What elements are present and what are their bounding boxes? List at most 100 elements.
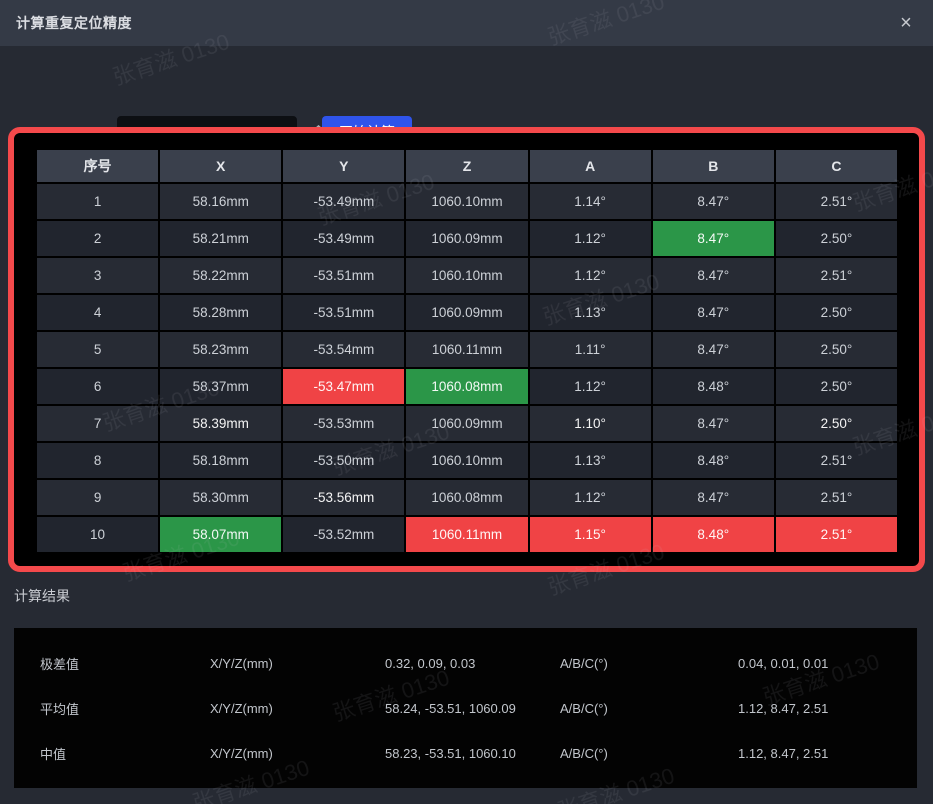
table-row: 958.30mm-53.56mm1060.08mm1.12°8.47°2.51°: [37, 480, 897, 515]
value-cell: -53.56mm: [283, 480, 404, 515]
result-row-median: 中值 X/Y/Z(mm) 58.23, -53.51, 1060.10 A/B/…: [14, 731, 917, 776]
value-cell: -53.53mm: [283, 406, 404, 441]
value-cell: 8.47°: [653, 406, 774, 441]
row-index-cell: 4: [37, 295, 158, 330]
value-cell: 8.47°: [653, 258, 774, 293]
row-index-cell: 8: [37, 443, 158, 478]
result-row-range: 极差值 X/Y/Z(mm) 0.32, 0.09, 0.03 A/B/C(°) …: [14, 641, 917, 686]
value-cell: 1060.10mm: [406, 258, 527, 293]
repeat-accuracy-dialog: 计算重复定位精度 × 重复计算次数 开始计算 输入数据： 相机数据 序号: [0, 0, 933, 804]
result-xyz-values: 0.32, 0.09, 0.03: [385, 656, 560, 671]
title-bar: 计算重复定位精度 ×: [0, 0, 933, 46]
value-cell: 2.50°: [776, 295, 897, 330]
value-cell: 1060.11mm: [406, 517, 527, 552]
result-label: 极差值: [40, 654, 210, 673]
result-xyz-label: X/Y/Z(mm): [210, 746, 385, 761]
result-abc-label: A/B/C(°): [560, 746, 738, 761]
value-cell: 8.48°: [653, 369, 774, 404]
value-cell: 8.47°: [653, 332, 774, 367]
controls-row: 重复计算次数 开始计算 输入数据： 相机数据: [0, 46, 933, 118]
column-header-x: X: [160, 150, 281, 182]
value-cell: -53.51mm: [283, 295, 404, 330]
value-cell: 1060.08mm: [406, 369, 527, 404]
column-header-b: B: [653, 150, 774, 182]
result-xyz-label: X/Y/Z(mm): [210, 656, 385, 671]
value-cell: 1.14°: [530, 184, 651, 219]
dialog-title: 计算重复定位精度: [16, 13, 132, 33]
value-cell: 1.13°: [530, 295, 651, 330]
table-body: 158.16mm-53.49mm1060.10mm1.14°8.47°2.51°…: [37, 184, 897, 552]
value-cell: 1060.11mm: [406, 332, 527, 367]
result-abc-label: A/B/C(°): [560, 701, 738, 716]
row-index-cell: 6: [37, 369, 158, 404]
value-cell: 58.37mm: [160, 369, 281, 404]
value-cell: 58.30mm: [160, 480, 281, 515]
value-cell: -53.52mm: [283, 517, 404, 552]
results-panel: 极差值 X/Y/Z(mm) 0.32, 0.09, 0.03 A/B/C(°) …: [14, 628, 917, 788]
result-xyz-values: 58.24, -53.51, 1060.09: [385, 701, 560, 716]
row-index-cell: 5: [37, 332, 158, 367]
value-cell: -53.47mm: [283, 369, 404, 404]
value-cell: 8.47°: [653, 295, 774, 330]
result-xyz-values: 58.23, -53.51, 1060.10: [385, 746, 560, 761]
value-cell: 2.51°: [776, 480, 897, 515]
value-cell: 58.18mm: [160, 443, 281, 478]
value-cell: 1060.10mm: [406, 443, 527, 478]
value-cell: 1060.10mm: [406, 184, 527, 219]
results-section-label: 计算结果: [14, 586, 70, 606]
value-cell: 58.22mm: [160, 258, 281, 293]
value-cell: 1.12°: [530, 258, 651, 293]
row-index-cell: 7: [37, 406, 158, 441]
table-head: 序号 X Y Z A B C: [37, 150, 897, 182]
value-cell: 8.48°: [653, 517, 774, 552]
row-index-cell: 3: [37, 258, 158, 293]
value-cell: 1.10°: [530, 406, 651, 441]
table-header-row: 序号 X Y Z A B C: [37, 150, 897, 182]
value-cell: 58.28mm: [160, 295, 281, 330]
result-row-mean: 平均值 X/Y/Z(mm) 58.24, -53.51, 1060.09 A/B…: [14, 686, 917, 731]
value-cell: 8.47°: [653, 184, 774, 219]
value-cell: -53.49mm: [283, 184, 404, 219]
value-cell: 1060.09mm: [406, 221, 527, 256]
value-cell: 1060.09mm: [406, 295, 527, 330]
result-abc-label: A/B/C(°): [560, 656, 738, 671]
table-row: 258.21mm-53.49mm1060.09mm1.12°8.47°2.50°: [37, 221, 897, 256]
value-cell: 1.15°: [530, 517, 651, 552]
value-cell: 1.12°: [530, 369, 651, 404]
value-cell: 1060.09mm: [406, 406, 527, 441]
value-cell: 8.47°: [653, 221, 774, 256]
row-index-cell: 1: [37, 184, 158, 219]
value-cell: -53.51mm: [283, 258, 404, 293]
value-cell: 1.11°: [530, 332, 651, 367]
result-label: 中值: [40, 744, 210, 763]
value-cell: 2.51°: [776, 184, 897, 219]
column-header-z: Z: [406, 150, 527, 182]
value-cell: 2.51°: [776, 517, 897, 552]
close-icon[interactable]: ×: [895, 12, 917, 34]
row-index-cell: 2: [37, 221, 158, 256]
value-cell: 2.50°: [776, 406, 897, 441]
results-table: 序号 X Y Z A B C 158.16mm-53.49mm1060.10mm…: [35, 148, 899, 554]
value-cell: -53.50mm: [283, 443, 404, 478]
row-index-cell: 10: [37, 517, 158, 552]
value-cell: 2.51°: [776, 443, 897, 478]
value-cell: -53.54mm: [283, 332, 404, 367]
value-cell: 2.51°: [776, 258, 897, 293]
value-cell: 1.12°: [530, 480, 651, 515]
value-cell: 58.39mm: [160, 406, 281, 441]
row-index-cell: 9: [37, 480, 158, 515]
column-header-c: C: [776, 150, 897, 182]
table-row: 858.18mm-53.50mm1060.10mm1.13°8.48°2.51°: [37, 443, 897, 478]
result-abc-values: 0.04, 0.01, 0.01: [738, 656, 917, 671]
value-cell: 2.50°: [776, 332, 897, 367]
result-xyz-label: X/Y/Z(mm): [210, 701, 385, 716]
value-cell: 58.16mm: [160, 184, 281, 219]
column-header-y: Y: [283, 150, 404, 182]
value-cell: 8.47°: [653, 480, 774, 515]
value-cell: 58.21mm: [160, 221, 281, 256]
column-header-a: A: [530, 150, 651, 182]
value-cell: 1.12°: [530, 221, 651, 256]
value-cell: -53.49mm: [283, 221, 404, 256]
value-cell: 58.07mm: [160, 517, 281, 552]
table-row: 558.23mm-53.54mm1060.11mm1.11°8.47°2.50°: [37, 332, 897, 367]
